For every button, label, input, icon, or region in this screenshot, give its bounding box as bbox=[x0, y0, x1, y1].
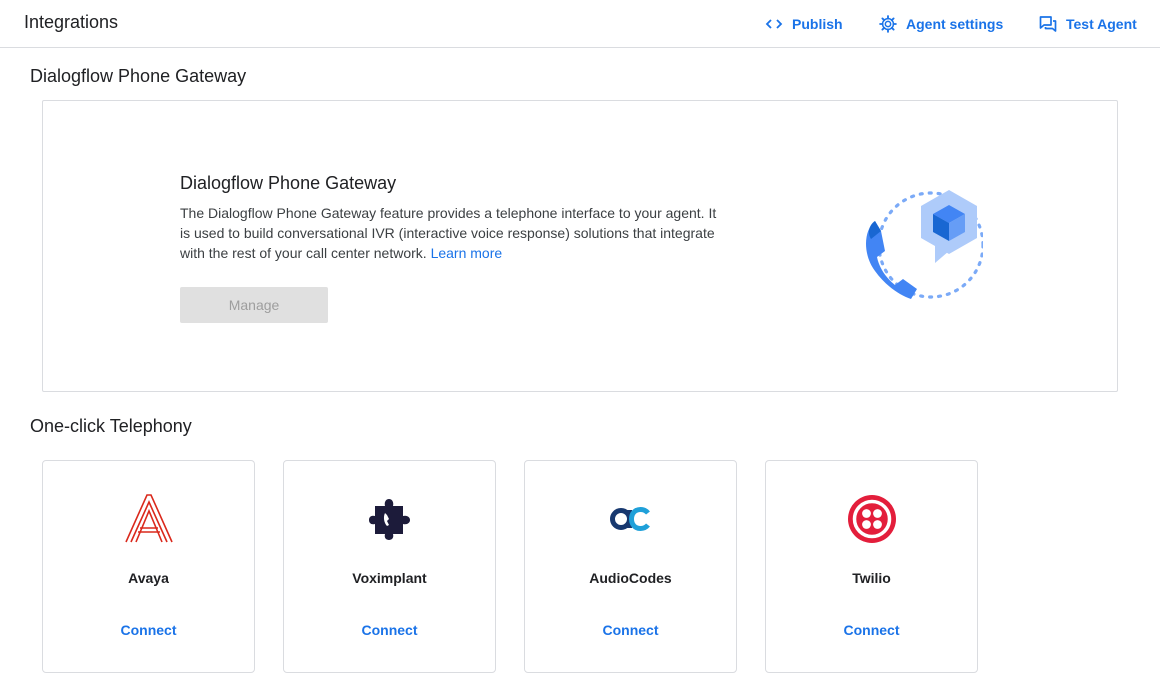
agent-settings-button[interactable]: Agent settings bbox=[878, 13, 1003, 35]
voximplant-logo-icon bbox=[364, 493, 416, 545]
provider-name: Twilio bbox=[852, 570, 891, 586]
twilio-logo-icon bbox=[846, 493, 898, 545]
test-agent-label: Test Agent bbox=[1066, 16, 1137, 32]
gateway-card: Dialogflow Phone Gateway The Dialogflow … bbox=[42, 100, 1118, 392]
gateway-card-description: The Dialogflow Phone Gateway feature pro… bbox=[180, 203, 720, 263]
connect-voximplant-button[interactable]: Connect bbox=[284, 622, 495, 638]
telephony-card-twilio: Twilio Connect bbox=[765, 460, 978, 673]
connect-audiocodes-button[interactable]: Connect bbox=[525, 622, 736, 638]
telephony-card-avaya: Avaya Connect bbox=[42, 460, 255, 673]
telephony-section-heading: One-click Telephony bbox=[30, 416, 192, 436]
page-title: Integrations bbox=[24, 12, 119, 32]
publish-button[interactable]: Publish bbox=[764, 13, 843, 35]
test-agent-button[interactable]: Test Agent bbox=[1038, 13, 1137, 35]
gateway-section-heading: Dialogflow Phone Gateway bbox=[30, 66, 247, 86]
learn-more-link[interactable]: Learn more bbox=[431, 245, 503, 261]
provider-name: Voximplant bbox=[352, 570, 427, 586]
telephony-card-voximplant: Voximplant Connect bbox=[283, 460, 496, 673]
top-bar: Integrations Publish Agent settings Test… bbox=[0, 0, 1160, 48]
agent-settings-label: Agent settings bbox=[906, 16, 1004, 32]
code-icon bbox=[764, 14, 784, 34]
phone-gateway-illustration bbox=[853, 183, 985, 303]
gear-icon bbox=[878, 14, 898, 34]
publish-label: Publish bbox=[792, 16, 843, 32]
provider-name: Avaya bbox=[128, 570, 169, 586]
connect-avaya-button[interactable]: Connect bbox=[43, 622, 254, 638]
connect-twilio-button[interactable]: Connect bbox=[766, 622, 977, 638]
avaya-logo-icon bbox=[123, 493, 175, 545]
audiocodes-logo-icon bbox=[605, 493, 657, 545]
chat-icon bbox=[1038, 14, 1058, 34]
provider-name: AudioCodes bbox=[589, 570, 672, 586]
manage-button[interactable]: Manage bbox=[180, 287, 328, 323]
telephony-card-audiocodes: AudioCodes Connect bbox=[524, 460, 737, 673]
gateway-card-title: Dialogflow Phone Gateway bbox=[180, 173, 397, 193]
